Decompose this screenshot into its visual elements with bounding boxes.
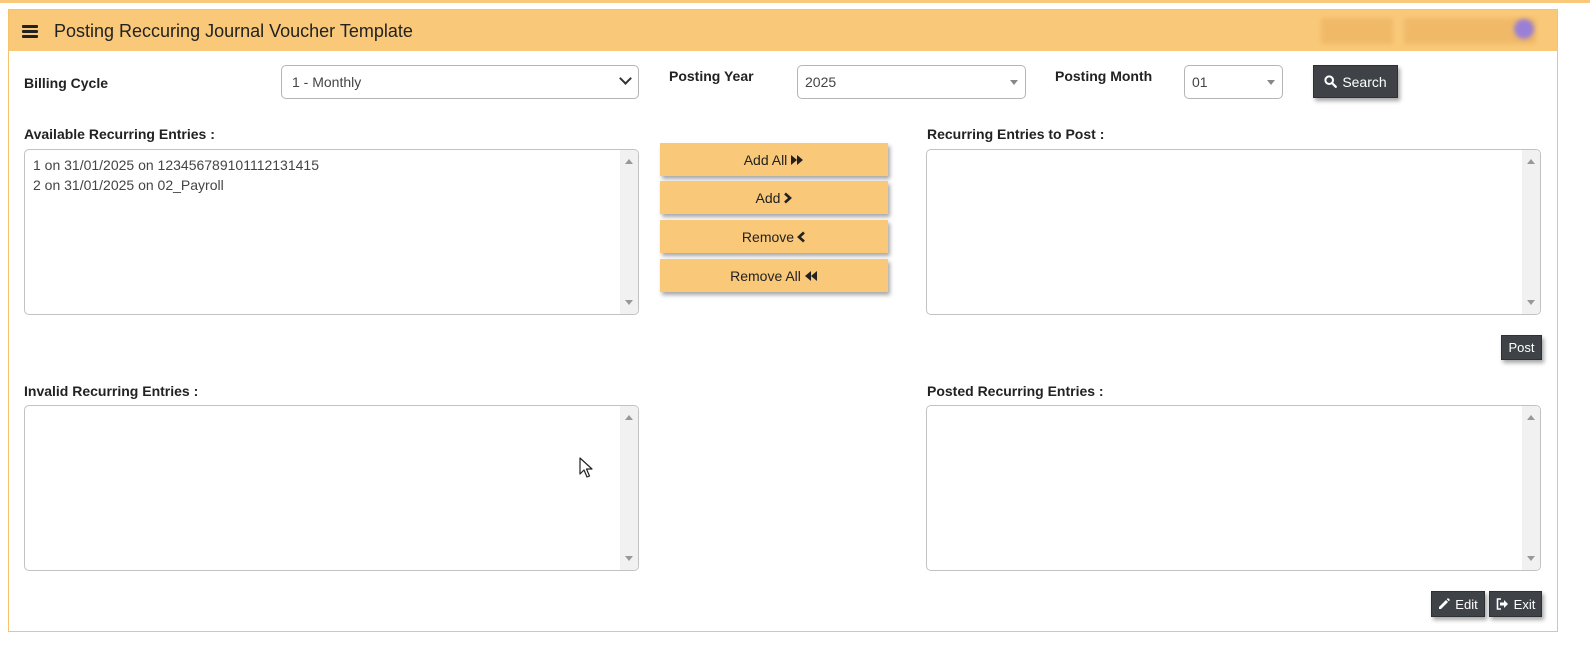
posting-year-select[interactable]: 2025 bbox=[797, 65, 1026, 99]
invalid-entries-label: Invalid Recurring Entries : bbox=[24, 383, 199, 399]
page-title: Posting Reccuring Journal Voucher Templa… bbox=[54, 21, 413, 41]
caret-down-icon bbox=[1267, 80, 1275, 85]
posting-month-value: 01 bbox=[1192, 74, 1208, 90]
scrollbar[interactable] bbox=[1522, 406, 1540, 570]
available-entries-list[interactable]: 1 on 31/01/2025 on 123456789101112131415… bbox=[24, 149, 639, 315]
posting-month-select[interactable]: 01 bbox=[1184, 65, 1283, 99]
exit-button-label: Exit bbox=[1513, 596, 1536, 612]
posting-month-label: Posting Month bbox=[1055, 68, 1153, 84]
list-item[interactable]: 2 on 31/01/2025 on 02_Payroll bbox=[33, 175, 319, 195]
chevron-left-icon bbox=[797, 231, 805, 242]
add-button[interactable]: Add bbox=[660, 181, 888, 214]
scrollbar[interactable] bbox=[620, 406, 638, 570]
remove-label: Remove bbox=[741, 228, 795, 245]
remove-all-label: Remove All bbox=[730, 267, 801, 284]
double-chevron-left-icon bbox=[804, 270, 817, 281]
invalid-entries-list[interactable] bbox=[24, 405, 639, 571]
entries-to-post-list[interactable] bbox=[926, 149, 1541, 315]
caret-down-icon bbox=[1010, 80, 1018, 85]
posting-year-label: Posting Year bbox=[669, 68, 754, 84]
post-button[interactable]: Post bbox=[1501, 335, 1542, 360]
posted-entries-list[interactable] bbox=[926, 405, 1541, 571]
list-item[interactable]: 1 on 31/01/2025 on 123456789101112131415 bbox=[33, 155, 319, 175]
chevron-down-icon bbox=[619, 72, 632, 85]
entries-to-post-label: Recurring Entries to Post : bbox=[927, 126, 1105, 142]
panel-header: Posting Reccuring Journal Voucher Templa… bbox=[9, 10, 1557, 51]
add-all-label: Add All bbox=[743, 151, 788, 168]
scrollbar[interactable] bbox=[620, 150, 638, 314]
search-button-label: Search bbox=[1342, 73, 1387, 90]
billing-cycle-select[interactable]: 1 - Monthly bbox=[281, 65, 639, 99]
pencil-icon bbox=[1439, 598, 1451, 609]
avatar[interactable] bbox=[1514, 19, 1534, 39]
mouse-cursor-icon bbox=[579, 457, 593, 479]
header-action-blurred[interactable] bbox=[1321, 18, 1393, 44]
remove-all-button[interactable]: Remove All bbox=[660, 259, 888, 292]
post-button-label: Post bbox=[1508, 340, 1535, 355]
posted-entries-label: Posted Recurring Entries : bbox=[927, 383, 1104, 399]
billing-cycle-value: 1 - Monthly bbox=[292, 74, 362, 90]
double-chevron-right-icon bbox=[791, 154, 804, 165]
search-button[interactable]: Search bbox=[1313, 65, 1398, 98]
scrollbar[interactable] bbox=[1522, 150, 1540, 314]
remove-button[interactable]: Remove bbox=[660, 220, 888, 253]
top-accent-line bbox=[0, 0, 1590, 3]
chevron-right-icon bbox=[784, 192, 793, 203]
edit-button[interactable]: Edit bbox=[1431, 591, 1485, 617]
edit-button-label: Edit bbox=[1455, 596, 1478, 612]
exit-button[interactable]: Exit bbox=[1489, 591, 1542, 617]
exit-icon bbox=[1496, 598, 1508, 610]
posting-year-value: 2025 bbox=[805, 74, 837, 90]
available-entries-label: Available Recurring Entries : bbox=[24, 126, 215, 142]
hamburger-icon[interactable] bbox=[22, 25, 38, 38]
add-all-button[interactable]: Add All bbox=[660, 143, 888, 176]
billing-cycle-label: Billing Cycle bbox=[24, 75, 109, 91]
search-icon bbox=[1324, 75, 1338, 88]
add-label: Add bbox=[755, 189, 781, 206]
